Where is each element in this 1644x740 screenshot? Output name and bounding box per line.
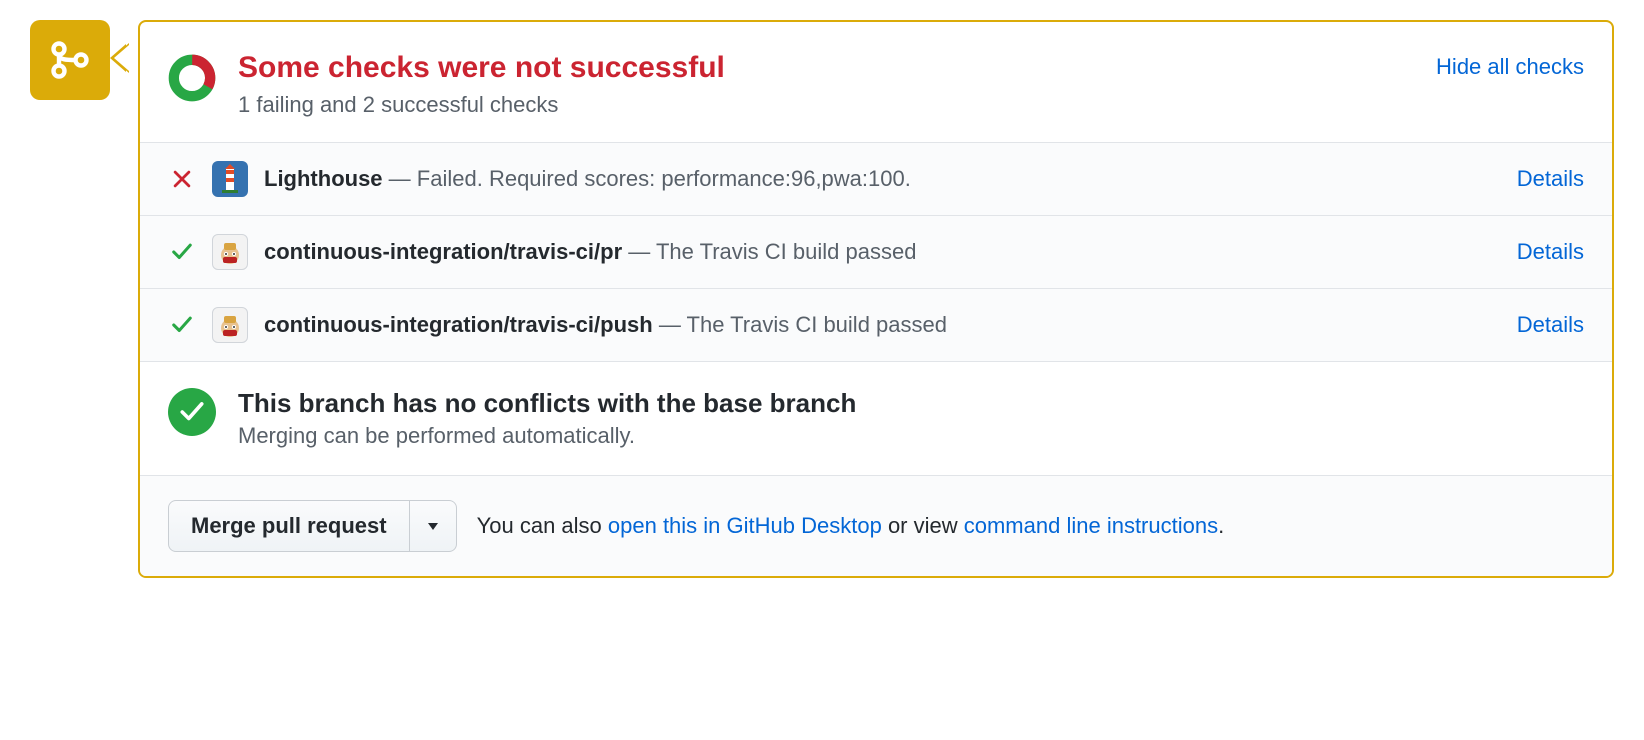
check-name: continuous-integration/travis-ci/push: [264, 312, 653, 337]
command-line-link[interactable]: command line instructions: [964, 513, 1218, 538]
check-message: The Travis CI build passed: [656, 239, 916, 264]
merge-footer-text: You can also open this in GitHub Desktop…: [477, 513, 1225, 539]
lighthouse-avatar: [212, 161, 248, 197]
success-check-icon: [168, 388, 216, 436]
check-name: continuous-integration/travis-ci/pr: [264, 239, 622, 264]
check-details-link[interactable]: Details: [1517, 166, 1584, 192]
check-message: Failed. Required scores: performance:96,…: [417, 166, 911, 191]
merge-options-dropdown[interactable]: [410, 500, 457, 552]
conflict-subtitle: Merging can be performed automatically.: [238, 423, 856, 449]
open-desktop-link[interactable]: open this in GitHub Desktop: [608, 513, 882, 538]
git-merge-icon: [48, 38, 92, 82]
caret-down-icon: [426, 521, 440, 531]
check-description: continuous-integration/travis-ci/pr — Th…: [264, 239, 1501, 265]
check-icon: [168, 241, 196, 263]
merge-button-group: Merge pull request: [168, 500, 457, 552]
merge-pull-request-button[interactable]: Merge pull request: [168, 500, 410, 552]
travis-avatar: [212, 307, 248, 343]
toggle-checks-link[interactable]: Hide all checks: [1436, 54, 1584, 80]
check-details-link[interactable]: Details: [1517, 312, 1584, 338]
x-icon: [168, 168, 196, 190]
conflict-title: This branch has no conflicts with the ba…: [238, 388, 856, 419]
check-icon: [168, 314, 196, 336]
merge-footer: Merge pull request You can also open thi…: [140, 475, 1612, 576]
check-description: continuous-integration/travis-ci/push — …: [264, 312, 1501, 338]
check-name: Lighthouse: [264, 166, 383, 191]
checks-summary-subtitle: 1 failing and 2 successful checks: [238, 92, 1414, 118]
merge-conflict-status: This branch has no conflicts with the ba…: [140, 361, 1612, 475]
status-donut-icon: [168, 54, 216, 102]
checks-summary-header: Some checks were not successful 1 failin…: [140, 22, 1612, 142]
merge-status-panel: Some checks were not successful 1 failin…: [138, 20, 1614, 578]
check-message: The Travis CI build passed: [687, 312, 947, 337]
check-row: Lighthouse — Failed. Required scores: pe…: [140, 142, 1612, 215]
check-details-link[interactable]: Details: [1517, 239, 1584, 265]
checks-summary-title: Some checks were not successful: [238, 50, 1414, 86]
check-description: Lighthouse — Failed. Required scores: pe…: [264, 166, 1501, 192]
check-row: continuous-integration/travis-ci/push — …: [140, 288, 1612, 361]
travis-avatar: [212, 234, 248, 270]
merge-status-badge: [30, 20, 110, 100]
check-row: continuous-integration/travis-ci/pr — Th…: [140, 215, 1612, 288]
